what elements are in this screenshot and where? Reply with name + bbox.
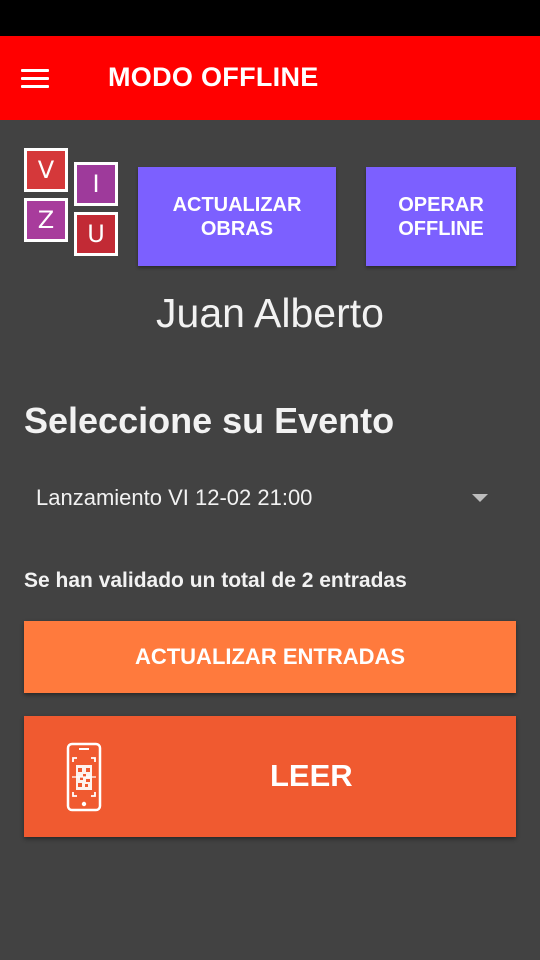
select-event-heading: Seleccione su Evento [24, 400, 395, 441]
logo-tile-u: U [74, 212, 118, 256]
logo-tile-z: Z [24, 198, 68, 242]
app-bar: MODO OFFLINE [0, 36, 540, 120]
validated-tickets-text: Se han validado un total de 2 entradas [24, 569, 407, 592]
operate-offline-button[interactable]: OPERAR OFFLINE [366, 167, 516, 266]
app-bar-title: MODO OFFLINE [108, 62, 319, 92]
operate-offline-label-line2: OFFLINE [398, 217, 484, 240]
status-bar [0, 0, 540, 36]
update-works-label-line1: ACTUALIZAR [172, 193, 302, 216]
logo-tile-v: V [24, 148, 68, 192]
user-name: Juan Alberto [156, 290, 384, 336]
operate-offline-label-line1: OPERAR [398, 193, 484, 216]
logo-tile-i: I [74, 162, 118, 206]
vizu-logo: V Z I U [24, 148, 124, 264]
read-button-label: LEER [270, 758, 353, 793]
selected-event-value: Lanzamiento VI 12-02 21:00 [36, 485, 313, 510]
read-button[interactable]: LEER [24, 716, 516, 837]
update-tickets-button[interactable]: ACTUALIZAR ENTRADAS [24, 621, 516, 693]
event-select-dropdown[interactable]: Lanzamiento VI 12-02 21:00 [24, 472, 516, 526]
dropdown-arrow-icon [472, 494, 488, 502]
phone-qr-scan-icon [66, 742, 102, 812]
update-works-label-line2: OBRAS [200, 217, 274, 240]
hamburger-menu-icon[interactable] [21, 69, 49, 89]
update-works-button[interactable]: ACTUALIZAR OBRAS [138, 167, 336, 266]
